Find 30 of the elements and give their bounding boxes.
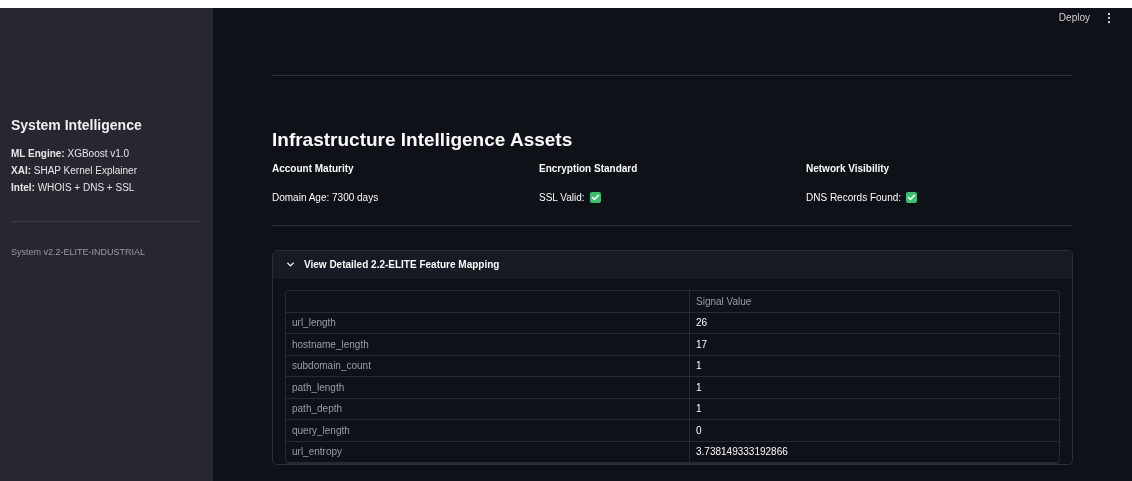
metric-label: Account Maturity — [272, 161, 355, 176]
deploy-button[interactable]: Deploy — [1058, 10, 1090, 25]
expander-header[interactable]: View Detailed 2.2-ELITE Feature Mapping — [273, 250, 1072, 279]
metric-value: SSL Valid: — [539, 190, 585, 205]
row-label: subdomain_count — [286, 355, 690, 377]
row-label: url_entropy — [286, 441, 690, 463]
sidebar-title: System Intelligence — [11, 116, 143, 135]
column-header: Signal Value — [690, 290, 1059, 313]
row-label: hostname_length — [286, 334, 690, 356]
table-cell: 0 — [690, 420, 1059, 442]
row-label: path_depth — [286, 398, 690, 420]
sidebar-text: XAI: SHAP Kernel Explainer — [11, 164, 138, 178]
table-cell: 26 — [690, 312, 1059, 334]
table-cell: 1 — [690, 355, 1059, 377]
row-label: path_length — [286, 377, 690, 399]
table-cell: 1 — [690, 377, 1059, 399]
version-text: System v2.2-ELITE-INDUSTRIAL — [11, 246, 147, 259]
metric-label: Encryption Standard — [539, 161, 639, 176]
metric-label: Network Visibility — [806, 161, 891, 176]
section-title: Infrastructure Intelligence Assets — [272, 128, 574, 152]
chevron-down-icon — [285, 259, 296, 270]
row-label: url_length — [286, 312, 690, 334]
table-cell: 3.738149333192866 — [690, 441, 1059, 463]
table-cell: 1 — [690, 398, 1059, 420]
metric-value: DNS Records Found: — [806, 190, 902, 205]
sidebar-text: Intel: WHOIS + DNS + SSL — [11, 181, 136, 195]
sidebar-text: ML Engine: XGBoost v1.0 — [11, 147, 131, 161]
table-cell: 17 — [690, 334, 1059, 356]
row-label: query_length — [286, 420, 690, 442]
metric-value: Domain Age: 7300 days — [272, 190, 379, 205]
